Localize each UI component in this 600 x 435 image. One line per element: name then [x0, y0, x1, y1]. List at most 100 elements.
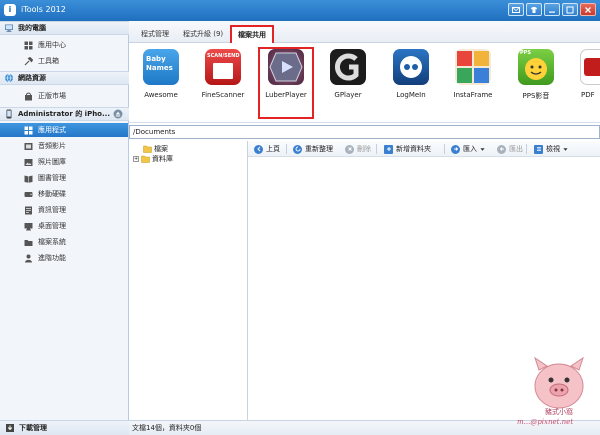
sidebar-section-label: 網路資源: [18, 74, 46, 82]
chevron-down-icon[interactable]: [563, 147, 568, 152]
close-button[interactable]: [580, 3, 596, 16]
download-manager-button[interactable]: 下載管理: [0, 420, 129, 435]
toolbar-separator: [526, 144, 527, 154]
maximize-button[interactable]: [562, 3, 578, 16]
app-item-pps[interactable]: PPS PPS影音: [508, 47, 564, 119]
app-label: InstaFrame: [453, 91, 493, 99]
sidebar-item-store[interactable]: 正版市場: [0, 89, 128, 103]
tree-item-files[interactable]: 檔案: [143, 144, 168, 154]
up-button[interactable]: 上頁: [254, 144, 280, 154]
logmein-logo-icon: [400, 56, 422, 78]
sidebar-item-label: 移動硬碟: [38, 190, 66, 198]
tab-app-upgrade[interactable]: 程式升級 (9): [177, 26, 229, 42]
tree-item-label: 檔案: [154, 145, 168, 153]
minimize-icon: [549, 11, 555, 13]
title-bar: i iTools 2012: [0, 0, 600, 21]
sidebar-item-toolbox[interactable]: 工具箱: [0, 54, 128, 68]
sidebar-item-app-center[interactable]: 應用中心: [0, 38, 128, 52]
app-item-finescanner[interactable]: SCAN/SEND FineScanner: [195, 47, 251, 119]
maximize-icon: [566, 6, 574, 13]
app-item-gplayer[interactable]: GPlayer: [320, 47, 376, 119]
sidebar-item-label: 資訊管理: [38, 206, 66, 214]
toolbar-separator: [444, 144, 445, 154]
app-label: LuberPlayer: [265, 91, 307, 99]
apps-grid-icon: [24, 126, 33, 134]
sidebar: 我的電腦 應用中心 工具箱 網路資源 正版市場 Administrator 的 …: [0, 21, 129, 435]
apps-grid-icon: [24, 41, 33, 49]
info-icon: [25, 206, 32, 214]
app-label: LogMeIn: [396, 91, 426, 99]
sidebar-item-desktop[interactable]: 桌面管理: [0, 219, 128, 233]
sidebar-item-photos[interactable]: 照片圖庫: [0, 155, 128, 169]
tab-bar: 程式管理 程式升級 (9) 檔案共用: [129, 21, 600, 43]
arrow-left-icon: [254, 144, 263, 154]
sidebar-item-advanced[interactable]: 進階功能: [0, 251, 128, 265]
sidebar-item-label: 音頻影片: [38, 142, 66, 150]
book-icon: [24, 175, 33, 183]
instaframe-app-icon: [455, 49, 491, 85]
new-folder-button[interactable]: 新增資料夾: [384, 144, 431, 154]
sidebar-item-info[interactable]: 資訊管理: [0, 203, 128, 217]
sidebar-item-label: 正版市場: [38, 92, 66, 100]
minimize-button[interactable]: [544, 3, 560, 16]
download-label: 下載管理: [19, 424, 47, 432]
sidebar-item-applications[interactable]: 應用程式: [0, 123, 128, 137]
pdf-app-icon: [580, 49, 600, 85]
watermark: 豬式小窩 m...@pixnet.net: [515, 352, 597, 432]
new-folder-icon: [384, 144, 393, 154]
app-item-pdf[interactable]: PDF: [570, 47, 600, 119]
app-logo-icon: i: [4, 4, 16, 16]
chevron-down-icon[interactable]: [480, 147, 485, 152]
store-icon: [25, 92, 32, 100]
sidebar-item-filesystem[interactable]: 檔案系統: [0, 235, 128, 249]
sidebar-item-label: 桌面管理: [38, 222, 66, 230]
app-label: GPlayer: [334, 91, 362, 99]
expand-icon[interactable]: +: [133, 156, 139, 162]
film-icon: [24, 142, 33, 150]
refresh-icon: [293, 144, 302, 154]
toolbar-separator: [286, 144, 287, 154]
view-button[interactable]: 檢視: [534, 144, 568, 154]
computer-icon: [5, 24, 13, 32]
skin-button[interactable]: [526, 3, 542, 16]
download-icon: [6, 424, 14, 432]
device-name: Administrator 的 iPho...: [18, 110, 110, 118]
sidebar-item-label: 工具箱: [38, 57, 59, 65]
play-app-icon: [268, 49, 304, 85]
toolbar-separator: [376, 144, 377, 154]
app-label: FineScanner: [201, 91, 245, 99]
import-button[interactable]: 匯入: [451, 144, 485, 154]
path-input[interactable]: /Documents: [129, 125, 600, 139]
sidebar-section-my-computer[interactable]: 我的電腦: [0, 21, 129, 35]
pps-app-icon: PPS: [518, 49, 554, 85]
export-button[interactable]: 匯出: [497, 144, 523, 154]
tree-item-label: 資料庫: [152, 155, 173, 163]
app-item-logmein[interactable]: LogMeIn: [383, 47, 439, 119]
sidebar-section-network[interactable]: 網路資源: [0, 71, 129, 85]
sidebar-section-label: 我的電腦: [18, 24, 46, 32]
tab-app-management[interactable]: 程式管理: [135, 26, 175, 42]
folder-icon: [141, 155, 150, 163]
sidebar-item-disk[interactable]: 移動硬碟: [0, 187, 128, 201]
app-item-awesome[interactable]: Baby Names Awesome: [133, 47, 189, 119]
scanner-app-icon: SCAN/SEND: [205, 49, 241, 85]
sidebar-item-label: 檔案系統: [38, 238, 66, 246]
app-item-instaframe[interactable]: InstaFrame: [445, 47, 501, 119]
tree-item-database[interactable]: + 資料庫: [133, 154, 173, 164]
sidebar-item-books[interactable]: 圖書管理: [0, 171, 128, 185]
delete-button[interactable]: 刪除: [345, 144, 371, 154]
folder-icon: [143, 145, 152, 153]
sidebar-section-device[interactable]: Administrator 的 iPho...: [0, 107, 129, 121]
app-list: Baby Names Awesome SCAN/SEND FineScanner…: [129, 43, 600, 123]
app-label: PDF: [581, 91, 595, 99]
refresh-button[interactable]: 重新整理: [293, 144, 333, 154]
message-button[interactable]: [508, 3, 524, 16]
import-icon: [451, 144, 460, 154]
app-label: PPS影音: [522, 92, 550, 100]
close-icon: [585, 6, 591, 13]
app-item-luberplayer[interactable]: LuberPlayer: [258, 47, 314, 119]
tab-file-sharing[interactable]: 檔案共用: [230, 25, 274, 43]
photo-icon: [24, 158, 33, 166]
eject-icon[interactable]: [113, 109, 123, 119]
sidebar-item-media[interactable]: 音頻影片: [0, 139, 128, 153]
